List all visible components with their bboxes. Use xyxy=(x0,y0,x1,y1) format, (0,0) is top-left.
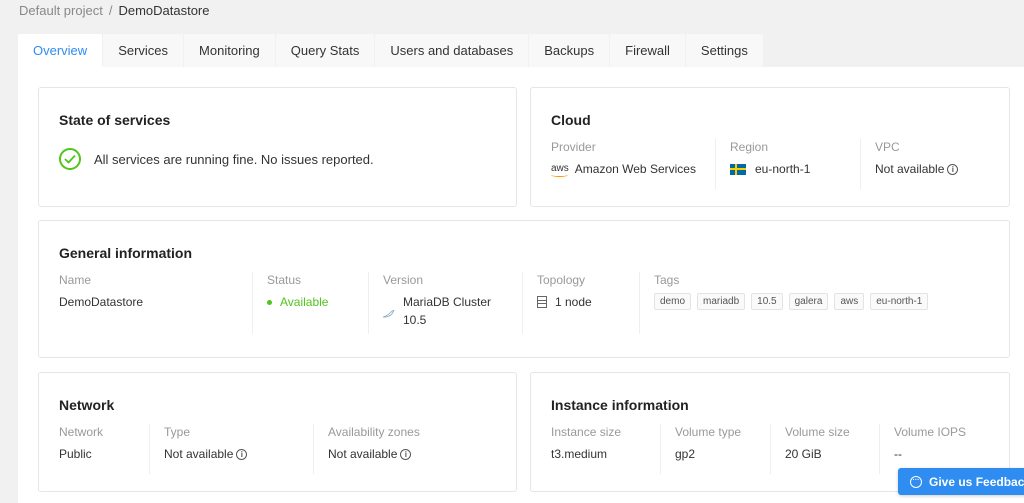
tab-backups[interactable]: Backups xyxy=(529,34,610,67)
overview-panel: State of services All services are runni… xyxy=(18,67,1024,503)
status-dot-icon xyxy=(267,299,272,305)
check-circle-icon xyxy=(59,148,81,170)
tags-field: Tags demo mariadb 10.5 galera aws eu-nor… xyxy=(639,272,999,334)
tag: aws xyxy=(834,293,865,310)
card-title: Cloud xyxy=(551,112,591,128)
card-title: General information xyxy=(59,245,193,261)
tags-label: Tags xyxy=(654,273,680,287)
status-field: Status Available xyxy=(252,272,368,334)
tab-monitoring[interactable]: Monitoring xyxy=(184,34,275,67)
network-label: Network xyxy=(59,425,104,439)
instance-size-value: t3.medium xyxy=(551,447,608,461)
vpc-field: VPC Not available i xyxy=(860,139,1000,189)
instance-size-field: Instance size t3.medium xyxy=(551,424,660,474)
type-value-row: Not available i xyxy=(164,446,313,462)
provider-field: Provider aws Amazon Web Services xyxy=(551,139,715,189)
breadcrumb: Default project / DemoDatastore xyxy=(19,3,210,19)
topology-value-row: 1 node xyxy=(537,294,639,310)
volume-iops-field: Volume IOPS -- xyxy=(879,424,999,474)
volume-size-label: Volume size xyxy=(785,425,850,439)
network-value: Public xyxy=(59,447,92,461)
tag: mariadb xyxy=(697,293,746,310)
tag: 10.5 xyxy=(751,293,783,310)
region-value: eu-north-1 xyxy=(755,162,811,176)
tab-settings[interactable]: Settings xyxy=(685,34,763,67)
tab-overview[interactable]: Overview xyxy=(18,34,103,68)
tab-services[interactable]: Services xyxy=(103,34,184,67)
status-value-row: Available xyxy=(267,294,368,310)
mariadb-logo-icon xyxy=(382,308,395,324)
type-field: Type Not available i xyxy=(149,424,313,474)
tab-users-and-databases[interactable]: Users and databases xyxy=(375,34,529,67)
version-label: Version xyxy=(383,273,424,287)
volume-type-value: gp2 xyxy=(675,447,696,461)
breadcrumb-project-link[interactable]: Default project xyxy=(19,3,103,18)
chat-bubble-icon: ··· xyxy=(910,475,922,488)
tag-list: demo mariadb 10.5 galera aws eu-north-1 xyxy=(654,293,999,310)
type-label: Type xyxy=(164,425,191,439)
card-title: Network xyxy=(59,397,115,413)
availability-zones-value: Not available xyxy=(328,447,398,461)
tag: demo xyxy=(654,293,692,310)
info-icon[interactable]: i xyxy=(400,448,412,460)
status-value: Available xyxy=(280,295,329,309)
cloud-card: Cloud Provider aws Amazon Web Services R… xyxy=(530,87,1010,207)
region-field: Region eu-north-1 xyxy=(715,139,861,189)
name-label: Name xyxy=(59,273,92,287)
topology-label: Topology xyxy=(537,273,586,287)
general-information-card: General information Name DemoDatastore S… xyxy=(38,220,1010,358)
tab-bar: Overview Services Monitoring Query Stats… xyxy=(18,34,763,68)
server-node-icon xyxy=(537,296,547,308)
breadcrumb-separator: / xyxy=(108,3,113,18)
sweden-flag-icon xyxy=(730,163,746,175)
state-of-services-card: State of services All services are runni… xyxy=(38,87,517,207)
type-value: Not available xyxy=(164,447,234,461)
status-label: Status xyxy=(267,273,302,287)
tab-firewall[interactable]: Firewall xyxy=(610,34,685,67)
volume-size-field: Volume size 20 GiB xyxy=(770,424,879,474)
vpc-label: VPC xyxy=(875,140,900,154)
topology-field: Topology 1 node xyxy=(522,272,639,334)
provider-value: Amazon Web Services xyxy=(574,162,696,176)
region-value-row: eu-north-1 xyxy=(730,161,861,177)
version-field: Version MariaDB Cluster 10.5 xyxy=(368,272,522,334)
info-icon[interactable]: i xyxy=(947,163,959,175)
region-label: Region xyxy=(730,140,769,154)
topology-value: 1 node xyxy=(555,295,592,309)
info-icon[interactable]: i xyxy=(236,448,248,460)
provider-label: Provider xyxy=(551,140,596,154)
version-value: MariaDB Cluster 10.5 xyxy=(403,294,491,330)
network-card: Network Network Public Type Not availabl… xyxy=(38,372,517,492)
aws-logo-icon: aws xyxy=(551,163,569,177)
volume-type-label: Volume type xyxy=(675,425,742,439)
version-value-row: MariaDB Cluster 10.5 xyxy=(382,294,522,330)
version-line-2: 10.5 xyxy=(403,313,427,327)
instance-size-label: Instance size xyxy=(551,425,622,439)
availability-zones-value-row: Not available i xyxy=(328,446,493,462)
volume-size-value: 20 GiB xyxy=(785,447,822,461)
volume-iops-value: -- xyxy=(894,447,902,461)
give-feedback-label: Give us Feedback xyxy=(929,474,1024,489)
volume-iops-label: Volume IOPS xyxy=(894,425,967,439)
card-title: State of services xyxy=(59,112,171,128)
vpc-value-row: Not available i xyxy=(875,161,1000,177)
version-line-1: MariaDB Cluster xyxy=(403,295,492,309)
services-status-message: All services are running fine. No issues… xyxy=(94,151,374,167)
availability-zones-label: Availability zones xyxy=(328,425,420,439)
network-field: Network Public xyxy=(59,424,149,474)
give-feedback-button[interactable]: ··· Give us Feedback xyxy=(898,468,1024,495)
volume-type-field: Volume type gp2 xyxy=(660,424,770,474)
tag: galera xyxy=(788,293,829,310)
breadcrumb-current: DemoDatastore xyxy=(118,3,210,18)
vpc-value: Not available xyxy=(875,162,945,176)
card-title: Instance information xyxy=(551,397,689,413)
name-field: Name DemoDatastore xyxy=(59,272,252,334)
tag: eu-north-1 xyxy=(870,293,929,310)
tab-query-stats[interactable]: Query Stats xyxy=(275,34,375,67)
availability-zones-field: Availability zones Not available i xyxy=(313,424,493,474)
provider-value-row: aws Amazon Web Services xyxy=(551,161,715,177)
services-status: All services are running fine. No issues… xyxy=(59,148,374,170)
name-value: DemoDatastore xyxy=(59,295,144,309)
